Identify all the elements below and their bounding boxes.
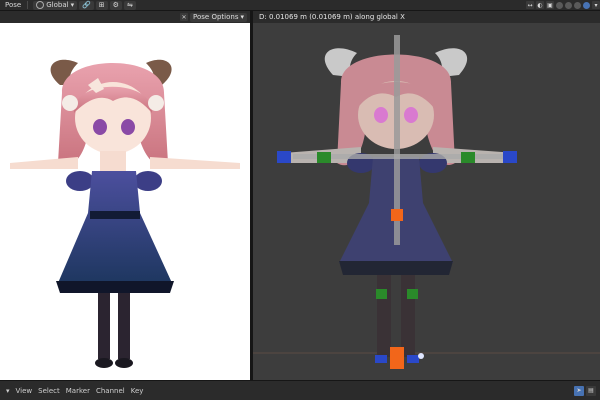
shading-material-icon[interactable] — [574, 1, 581, 9]
shading-solid-icon[interactable] — [565, 1, 572, 9]
right-hand-bone-x[interactable] — [503, 151, 517, 163]
right-eye — [121, 119, 135, 135]
gizmo-icon[interactable]: ↔ — [526, 1, 534, 9]
left-sleeve — [66, 171, 94, 191]
mode-selector[interactable]: Pose — [2, 1, 24, 10]
root-bone-active[interactable] — [390, 347, 404, 369]
timeline-menu-select[interactable]: Select — [38, 387, 60, 395]
right-sleeve — [134, 171, 162, 191]
pivot-point-button[interactable]: 🔗 — [79, 0, 94, 10]
overlay-icon[interactable]: ◐ — [536, 1, 544, 9]
right-leg — [118, 293, 130, 359]
dress-belt — [90, 211, 140, 219]
mirror-button[interactable]: ⇋ — [123, 0, 136, 10]
right-shoe — [115, 358, 133, 368]
close-icon[interactable]: ✕ — [180, 13, 189, 21]
left-arm — [10, 157, 78, 169]
timeline-menu-marker[interactable]: Marker — [66, 387, 90, 395]
timeline-menu-channel[interactable]: Channel — [96, 387, 125, 395]
transform-orientation-dropdown[interactable]: Global ▾ — [33, 0, 78, 10]
editor-type-icon[interactable]: ▾ — [6, 387, 10, 395]
pointer-icon[interactable]: ➤ — [574, 385, 584, 396]
character-render — [10, 59, 240, 368]
left-hand-bone-x[interactable] — [277, 151, 291, 163]
render-preview-viewport[interactable] — [0, 23, 250, 380]
filter-icon[interactable]: ▤ — [586, 385, 596, 396]
dress-hem — [339, 261, 453, 275]
right-ear-wool — [148, 95, 164, 111]
pose-options-label: Pose Options — [193, 13, 239, 21]
pose-options-dropdown[interactable]: Pose Options ▾ — [190, 12, 247, 22]
left-ear-wool — [62, 95, 78, 111]
dress-hem — [56, 281, 174, 293]
orientation-label: Global — [46, 1, 69, 9]
divider — [27, 1, 29, 9]
right-forearm-bone-y[interactable] — [461, 152, 475, 163]
snap-button[interactable]: ⊞ — [95, 0, 108, 10]
mirror-icon: ⇋ — [126, 1, 133, 9]
proportional-edit-button[interactable]: ⚙ — [109, 0, 122, 10]
proportional-icon: ⚙ — [112, 1, 119, 9]
left-leg — [377, 275, 391, 357]
left-leg — [98, 293, 110, 359]
link-icon: 🔗 — [82, 1, 91, 9]
right-foot-bone[interactable] — [407, 355, 419, 363]
timeline-menu-key[interactable]: Key — [131, 387, 144, 395]
armature-scene — [253, 23, 600, 380]
left-foot-bone[interactable] — [375, 355, 387, 363]
neck — [100, 151, 126, 171]
cursor-crosshair — [418, 353, 424, 359]
right-thigh-bone[interactable] — [407, 289, 418, 299]
overlay-buttons: ↔ ◐ ▣ ▾ — [524, 1, 600, 10]
top-header-bar: Pose Global ▾ 🔗 ⊞ ⚙ ⇋ ↔ ◐ ▣ ▾ — [0, 0, 600, 11]
left-eye — [93, 119, 107, 135]
left-shoe — [95, 358, 113, 368]
left-thigh-bone[interactable] — [376, 289, 387, 299]
right-leg — [401, 275, 415, 357]
chevron-down-icon: ▾ — [70, 1, 75, 9]
left-forearm-bone-y[interactable] — [317, 152, 331, 163]
right-eye — [404, 107, 418, 123]
left-viewport-header: ✕ Pose Options ▾ — [0, 11, 250, 23]
pose-viewport[interactable] — [253, 23, 600, 380]
mode-label: Pose — [5, 1, 22, 9]
timeline-header: ▾ View Select Marker Channel Key ➤ ▤ — [0, 380, 600, 400]
shading-wire-icon[interactable] — [556, 1, 563, 9]
orientation-icon — [36, 1, 45, 9]
left-eye — [374, 107, 388, 123]
timeline-menu-view[interactable]: View — [16, 387, 33, 395]
snap-icon: ⊞ — [98, 1, 105, 9]
chevron-down-icon: ▾ — [240, 13, 244, 21]
xray-icon[interactable]: ▣ — [546, 1, 554, 9]
right-arm — [150, 157, 240, 169]
hip-bone-active[interactable] — [391, 209, 403, 221]
shading-options-icon[interactable]: ▾ — [592, 1, 600, 9]
shading-rendered-icon[interactable] — [583, 1, 590, 9]
